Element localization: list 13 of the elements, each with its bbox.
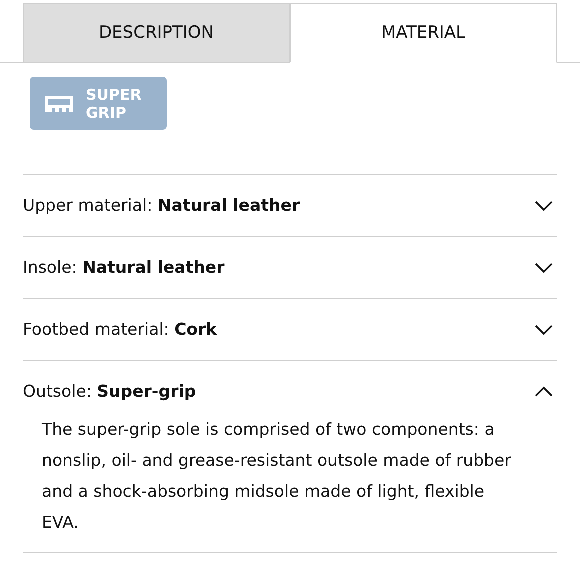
- sole-icon: [44, 94, 74, 114]
- tab[interactable]: MATERIAL: [290, 3, 557, 63]
- accordion-header[interactable]: Footbed material: Cork: [23, 299, 557, 360]
- accordion-header[interactable]: Insole: Natural leather: [23, 237, 557, 298]
- chevron-down-icon: [535, 200, 553, 212]
- tab[interactable]: DESCRIPTION: [23, 3, 290, 62]
- chevron-up-icon: [535, 386, 553, 398]
- badge-label: SUPER GRIP: [86, 86, 142, 122]
- accordion-header[interactable]: Outsole: Super-grip: [23, 361, 557, 422]
- material-description: The super-grip sole is comprised of two components: a nonslip, oil- and grease-resistant outsole made of rubber and a shock-absorbing midsole made of light, flexible EVA.: [41, 419, 512, 534]
- chevron-down-icon: [535, 324, 553, 336]
- accordion-header[interactable]: Upper material: Natural leather: [23, 175, 557, 236]
- chevron-down-icon: [535, 262, 553, 274]
